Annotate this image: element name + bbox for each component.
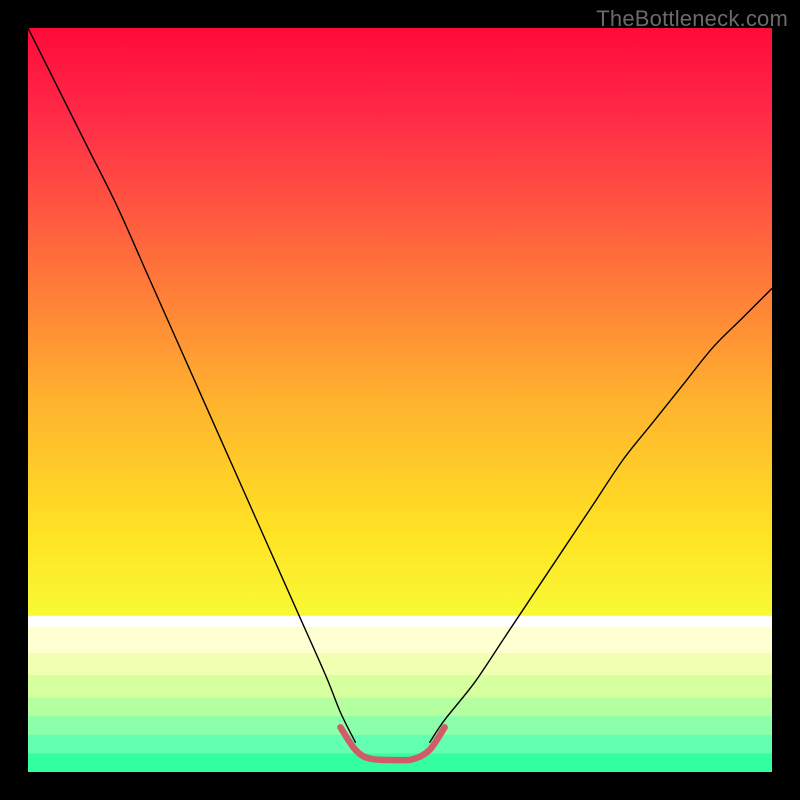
band: [28, 653, 772, 675]
band: [28, 675, 772, 697]
chart-frame: TheBottleneck.com: [0, 0, 800, 800]
band: [28, 735, 772, 754]
band: [28, 716, 772, 735]
plot-area: [28, 28, 772, 772]
bottom-bands: [28, 616, 772, 772]
watermark-text: TheBottleneck.com: [596, 6, 788, 32]
bottleneck-chart: [28, 28, 772, 772]
band: [28, 698, 772, 717]
band: [28, 616, 772, 627]
band: [28, 627, 772, 653]
